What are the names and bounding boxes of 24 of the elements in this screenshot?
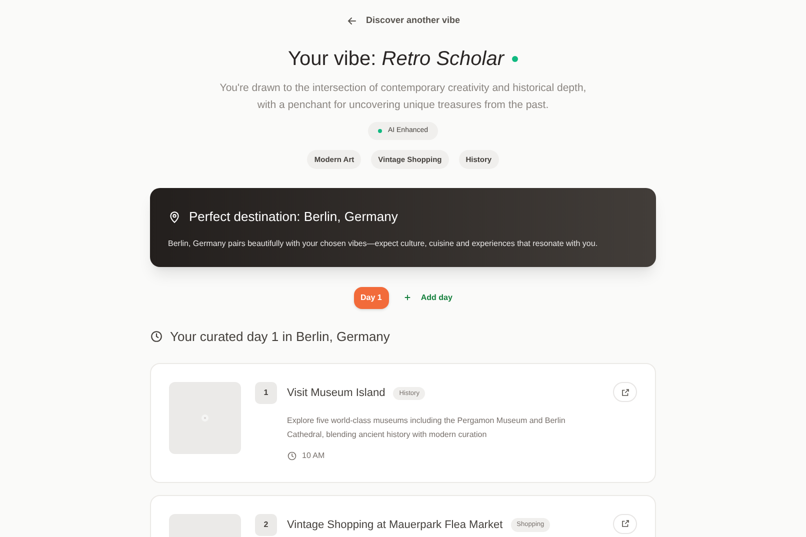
- loading-dot-icon: [201, 414, 209, 422]
- page-title: Your vibe: Retro Scholar: [288, 46, 504, 72]
- external-link-button[interactable]: [613, 514, 637, 534]
- location-pin-icon: [168, 210, 181, 224]
- activity-title: Vintage Shopping at Mauerpark Flea Market: [287, 518, 503, 533]
- step-number: 1: [255, 382, 277, 404]
- external-link-icon: [620, 388, 630, 397]
- activity-title: Visit Museum Island: [287, 386, 386, 402]
- back-link[interactable]: Discover another vibe: [346, 14, 460, 28]
- clock-icon: [287, 450, 297, 461]
- step-number: 2: [255, 514, 277, 536]
- destination-text: Berlin, Germany pairs beautifully with your chosen vibes—expect culture, cuisine and experiences that resonate with you.: [168, 238, 599, 250]
- activity-time: 10 AM: [302, 450, 325, 462]
- external-link-button[interactable]: [613, 382, 637, 402]
- destination-title: Perfect destination: Berlin, Germany: [189, 208, 398, 226]
- plus-icon: [402, 293, 412, 302]
- section-title: Your curated day 1 in Berlin, Germany: [170, 328, 390, 346]
- external-link-icon: [620, 519, 630, 528]
- day-tab[interactable]: Day 1: [354, 286, 389, 309]
- clock-icon: [150, 330, 163, 343]
- back-arrow-icon: [346, 14, 358, 27]
- add-day-button[interactable]: Add day: [402, 292, 452, 304]
- activity-description: Explore five world-class museums including the Pergamon Museum and Berlin Cathedral, blending ancient history with modern curation: [287, 414, 566, 441]
- vibe-description: You're drawn to the intersection of contemporary creativity and historical depth, with a penchant for uncovering unique treasures from the past.: [218, 80, 588, 112]
